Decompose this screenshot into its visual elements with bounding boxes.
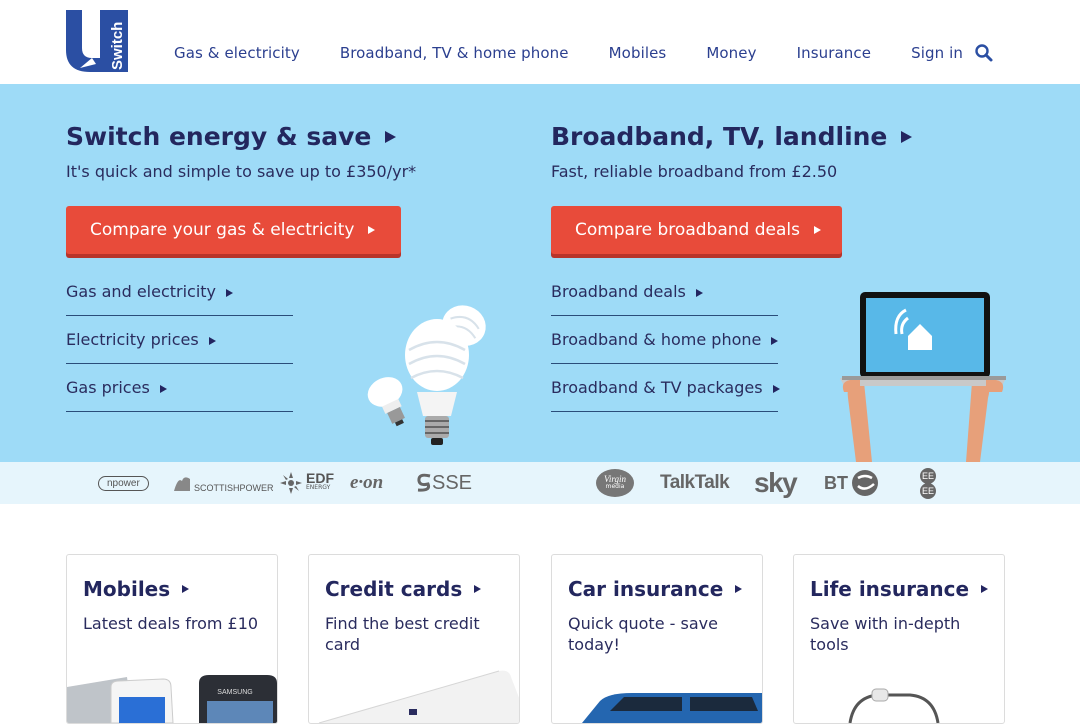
arrow-right-icon	[813, 226, 821, 234]
broadband-subtitle: Fast, reliable broadband from £2.50	[551, 162, 838, 181]
phones-image: SAMSUNG	[67, 675, 277, 723]
credit-card-image	[318, 670, 519, 723]
arrow-right-icon	[208, 336, 216, 345]
arrow-right-icon	[695, 288, 703, 297]
arrow-right-icon	[182, 585, 190, 593]
energy-links: Gas and electricity Electricity prices G…	[66, 268, 293, 412]
nav-mobiles[interactable]: Mobiles	[609, 44, 667, 62]
arrow-right-icon	[474, 585, 482, 593]
card-text: Find the best credit card	[325, 614, 480, 654]
talktalk-logo: TalkTalk	[660, 472, 730, 493]
laptop-illustration	[840, 292, 1006, 462]
link-broadband-deals[interactable]: Broadband deals	[551, 268, 778, 316]
arrow-right-icon	[368, 226, 376, 234]
arrow-right-icon	[981, 585, 989, 593]
arrow-right-icon	[226, 288, 234, 297]
car-image	[582, 693, 762, 723]
virgin-media-logo: Virgin media	[596, 462, 634, 504]
card-life-insurance[interactable]: Life insurance Save with in-depth tools	[793, 554, 1005, 724]
arrow-right-icon	[772, 384, 780, 393]
nav-gas-electricity[interactable]: Gas & electricity	[174, 44, 300, 62]
compare-broadband-button[interactable]: Compare broadband deals	[551, 206, 842, 254]
link-gas-and-electricity[interactable]: Gas and electricity	[66, 268, 293, 316]
broadband-title[interactable]: Broadband, TV, landline	[551, 122, 913, 151]
svg-text:EE: EE	[922, 471, 934, 481]
card-mobiles[interactable]: Mobiles Latest deals from £10 SAMSUNG	[66, 554, 278, 724]
svg-text:EE: EE	[922, 486, 934, 496]
link-broadband-home-phone[interactable]: Broadband & home phone	[551, 316, 779, 364]
lightbulbs-illustration	[367, 305, 486, 445]
link-electricity-prices[interactable]: Electricity prices	[66, 316, 293, 364]
main-nav: Gas & electricity Broadband, TV & home p…	[174, 44, 1003, 62]
sky-logo: sky	[754, 467, 798, 498]
broadband-links: Broadband deals Broadband & home phone B…	[551, 268, 780, 412]
scottishpower-logo: SCOTTISHPOWER	[172, 462, 274, 504]
ee-logo: EE EE	[918, 462, 938, 504]
edf-logo: EDF ENERGY	[278, 462, 334, 504]
sse-logo: SSE	[416, 462, 472, 504]
nav-broadband[interactable]: Broadband, TV & home phone	[340, 44, 569, 62]
link-gas-prices[interactable]: Gas prices	[66, 364, 293, 412]
hero-banner: Switch energy & save It's quick and simp…	[0, 84, 1080, 462]
nav-money[interactable]: Money	[706, 44, 756, 62]
nav-insurance[interactable]: Insurance	[797, 44, 872, 62]
eon-logo: e·on	[350, 472, 384, 493]
link-broadband-tv-packages[interactable]: Broadband & TV packages	[551, 364, 780, 412]
uswitch-logo[interactable]: Switch	[66, 10, 128, 72]
site-header: Switch Gas & electricity Broadband, TV &…	[0, 0, 1080, 84]
card-text: Latest deals from £10	[83, 614, 259, 633]
energy-subtitle: It's quick and simple to save up to £350…	[66, 162, 417, 181]
nav-sign-in[interactable]: Sign in	[911, 44, 963, 62]
arrow-right-icon	[735, 585, 743, 593]
card-credit-cards[interactable]: Credit cards Find the best credit card	[308, 554, 520, 724]
svg-text:SAMSUNG: SAMSUNG	[217, 689, 252, 696]
card-title[interactable]: Mobiles	[83, 577, 190, 601]
card-car-insurance[interactable]: Car insurance Quick quote - save today!	[551, 554, 763, 724]
brand-logo-bar: npower SCOTTISHPOWER EDF ENERGY e·on SSE…	[0, 462, 1080, 504]
npower-logo: npower	[98, 462, 149, 504]
arrow-right-icon	[385, 130, 397, 143]
card-title[interactable]: Car insurance	[568, 577, 743, 601]
energy-title[interactable]: Switch energy & save	[66, 122, 397, 151]
card-title[interactable]: Credit cards	[325, 577, 482, 601]
arrow-right-icon	[159, 384, 167, 393]
search-icon[interactable]	[974, 43, 994, 63]
card-text: Quick quote - save today!	[568, 614, 718, 654]
arrow-right-icon	[901, 130, 913, 143]
compare-energy-button[interactable]: Compare your gas & electricity	[66, 206, 401, 254]
arrow-right-icon	[771, 336, 779, 345]
svg-text:Switch: Switch	[109, 22, 126, 70]
stethoscope-image	[848, 688, 940, 723]
card-title[interactable]: Life insurance	[810, 577, 989, 601]
card-text: Save with in-depth tools	[810, 614, 961, 654]
bt-logo: BT	[824, 462, 880, 504]
